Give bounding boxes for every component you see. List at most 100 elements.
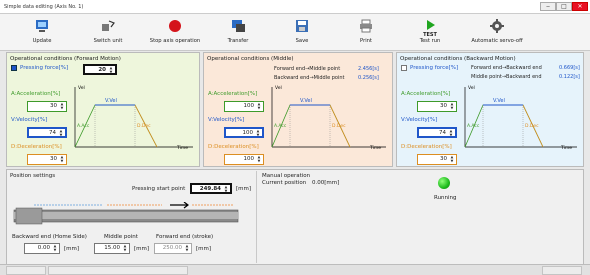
middle-point-input[interactable]: 15.00 ▲ ▼ bbox=[94, 243, 130, 254]
print-icon bbox=[360, 19, 372, 33]
backward-pressing-label: Pressing force[%] bbox=[410, 65, 459, 71]
pressing-force-label: Pressing force[%] bbox=[20, 65, 69, 71]
stop-icon bbox=[169, 20, 181, 32]
actuator-diagram bbox=[13, 202, 239, 225]
forward-acc-input[interactable]: 30 ▲ ▼ bbox=[27, 101, 67, 112]
status-cell-1 bbox=[6, 266, 46, 275]
pressing-start-input[interactable]: 249.84 ▲ ▼ bbox=[190, 183, 232, 194]
test-run-button[interactable]: TEST Test run bbox=[400, 17, 460, 48]
actuator-slider bbox=[15, 207, 43, 225]
forward-velocity-graph: Vel V.Vel A.Acc D.Dec Time bbox=[74, 85, 193, 151]
svg-text:Vel: Vel bbox=[275, 85, 282, 91]
running-status-label: Running bbox=[434, 195, 457, 201]
running-indicator-icon bbox=[438, 177, 450, 189]
backward-end-input[interactable]: 0.00 ▲ ▼ bbox=[24, 243, 60, 254]
forward-dec-input[interactable]: 30 ▲ ▼ bbox=[27, 154, 67, 165]
svg-text:A.Acc: A.Acc bbox=[467, 123, 480, 129]
forward-dec-label: D:Deceleration[%] bbox=[11, 144, 62, 150]
stop-axis-operation-button[interactable]: Stop axis operation bbox=[142, 17, 208, 48]
backward-mid-label: Middle point→Backward end bbox=[471, 74, 542, 80]
forward-acc-label: A:Acceleration[%] bbox=[11, 91, 61, 97]
graph-vvel-label: V.Vel bbox=[105, 98, 117, 104]
section-divider bbox=[256, 171, 257, 263]
print-button[interactable]: Print bbox=[336, 17, 396, 48]
middle-bwd-value: 0.256[s] bbox=[358, 75, 379, 81]
svg-text:Time: Time bbox=[560, 145, 572, 151]
switch-unit-icon bbox=[102, 20, 115, 31]
backward-acc-label: A:Acceleration[%] bbox=[401, 91, 451, 97]
maximize-button[interactable]: □ bbox=[556, 2, 572, 11]
graph-time-label: Time bbox=[176, 145, 188, 151]
svg-text:A.Acc: A.Acc bbox=[274, 123, 287, 129]
svg-text:D.Dec: D.Dec bbox=[332, 123, 346, 129]
transfer-icon bbox=[232, 20, 245, 32]
middle-fwd-label: Forward end→Middle point bbox=[274, 66, 341, 72]
graph-aacc-label: A.Acc bbox=[77, 123, 90, 129]
minimize-button[interactable]: ‒ bbox=[540, 2, 556, 11]
manual-operation-title: Manual operation bbox=[262, 173, 311, 179]
svg-text:V.Vel: V.Vel bbox=[300, 98, 312, 104]
switch-unit-button[interactable]: Switch unit bbox=[78, 17, 138, 48]
middle-velocity-graph: Vel V.Vel A.Acc D.Dec Time bbox=[271, 85, 386, 151]
automatic-servo-off-button[interactable]: Automatic servo-off bbox=[462, 17, 532, 48]
middle-dec-input[interactable]: 100 ▲ ▼ bbox=[224, 154, 264, 165]
forward-end-unit: [mm] bbox=[196, 246, 212, 252]
status-cell-3 bbox=[542, 266, 582, 275]
middle-vel-input[interactable]: 100 ▲ ▼ bbox=[224, 127, 264, 138]
update-icon bbox=[36, 20, 48, 32]
save-button[interactable]: Save bbox=[272, 17, 332, 48]
status-bar bbox=[0, 264, 590, 275]
graph-vel-axis-label: Vel bbox=[78, 85, 85, 91]
middle-acc-input[interactable]: 100 ▲ ▼ bbox=[224, 101, 264, 112]
backward-vel-input[interactable]: 74 ▲ ▼ bbox=[417, 127, 457, 138]
backward-velocity-graph: Vel V.Vel A.Acc D.Dec Time bbox=[464, 85, 577, 151]
current-position-value: 0.00[mm] bbox=[312, 180, 340, 186]
close-button[interactable]: ✕ bbox=[572, 2, 588, 11]
forward-conditions-panel: Operational conditions (Forward Motion) … bbox=[6, 52, 200, 167]
backward-dec-input[interactable]: 30 ▲ ▼ bbox=[417, 154, 457, 165]
backward-mid-value: 0.122[s] bbox=[559, 74, 580, 80]
pressing-start-label: Pressing start point bbox=[132, 186, 186, 192]
backward-vel-label: V:Velocity[%] bbox=[401, 117, 438, 123]
middle-panel-title: Operational conditions (Middle) bbox=[207, 56, 294, 62]
current-position-label: Current position bbox=[262, 180, 307, 186]
backward-end-label: Backward end (Home Side) bbox=[12, 234, 87, 240]
backward-panel-title: Operational conditions (Backward Motion) bbox=[400, 56, 516, 62]
forward-vel-label: V:Velocity[%] bbox=[11, 117, 48, 123]
svg-text:Vel: Vel bbox=[468, 85, 475, 91]
status-cell-2 bbox=[48, 266, 188, 275]
backward-pressing-checkbox[interactable] bbox=[401, 65, 407, 71]
pressing-force-checkbox[interactable] bbox=[11, 65, 17, 71]
save-icon bbox=[296, 20, 308, 32]
middle-vel-label: V:Velocity[%] bbox=[208, 117, 245, 123]
graph-ddec-label: D.Dec bbox=[137, 123, 151, 129]
toolbar: Update Switch unit Stop axis operation T… bbox=[0, 14, 590, 51]
middle-fwd-value: 2.456[s] bbox=[358, 66, 379, 72]
forward-panel-title: Operational conditions (Forward Motion) bbox=[10, 56, 121, 62]
backward-end-unit: [mm] bbox=[64, 246, 80, 252]
backward-fwd-value: 0.669[s] bbox=[559, 65, 580, 71]
middle-point-unit: [mm] bbox=[134, 246, 150, 252]
forward-vel-input[interactable]: 74 ▲ ▼ bbox=[27, 127, 67, 138]
backward-acc-input[interactable]: 30 ▲ ▼ bbox=[417, 101, 457, 112]
middle-bwd-label: Backward end→Middle point bbox=[274, 75, 345, 81]
backward-conditions-panel: Operational conditions (Backward Motion)… bbox=[396, 52, 584, 167]
actuator-rail bbox=[14, 212, 238, 219]
middle-acc-label: A:Acceleration[%] bbox=[208, 91, 258, 97]
svg-text:V.Vel: V.Vel bbox=[493, 98, 505, 104]
middle-conditions-panel: Operational conditions (Middle) Forward … bbox=[203, 52, 393, 167]
transfer-button[interactable]: Transfer bbox=[208, 17, 268, 48]
middle-dec-label: D:Deceleration[%] bbox=[208, 144, 259, 150]
update-button[interactable]: Update bbox=[12, 17, 72, 48]
position-settings-title: Position settings bbox=[10, 173, 56, 179]
forward-end-label: Forward end (stroke) bbox=[156, 234, 214, 240]
title-bar: Simple data editing (Axis No. 1) ‒ □ ✕ bbox=[0, 0, 590, 14]
middle-point-label: Middle point bbox=[104, 234, 138, 240]
pressing-force-input[interactable]: 20 ▲ ▼ bbox=[83, 64, 117, 75]
svg-text:D.Dec: D.Dec bbox=[525, 123, 539, 129]
backward-dec-label: D:Deceleration[%] bbox=[401, 144, 452, 150]
backward-fwd-label: Forward end→Backward end bbox=[471, 65, 542, 71]
forward-end-input[interactable]: 250.00 ▲ ▼ bbox=[154, 243, 192, 254]
window-title: Simple data editing (Axis No. 1) bbox=[4, 4, 84, 10]
gear-icon bbox=[490, 19, 504, 33]
